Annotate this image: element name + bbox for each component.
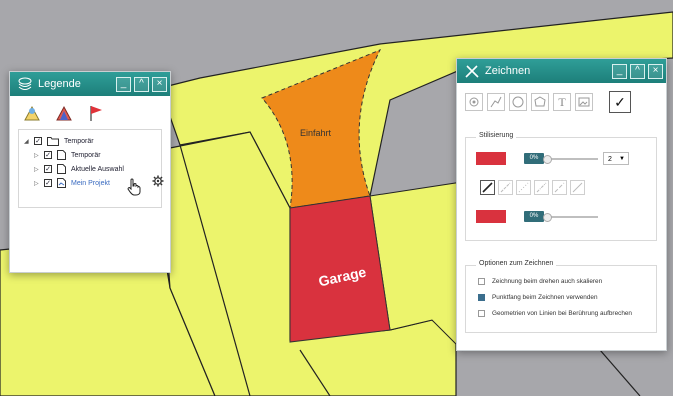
expand-icon[interactable]: ◢ (24, 138, 30, 145)
option-checkbox[interactable] (478, 294, 485, 301)
dashdot-line-icon (536, 182, 547, 193)
folder-icon (47, 137, 59, 146)
tree-root-label: Temporär (64, 137, 94, 145)
fill-opacity-badge: 0% (524, 153, 544, 164)
gear-icon[interactable] (152, 175, 164, 187)
legend-window: Legende _ ^ × ◢ ✓ Temporär ▷ ✓ Temporär … (9, 71, 171, 273)
line-style-button[interactable] (570, 180, 585, 195)
fill-opacity-slider[interactable] (546, 158, 598, 160)
layer-checkbox[interactable]: ✓ (44, 151, 52, 159)
stroke-opacity-badge: 0% (524, 211, 544, 222)
image-icon (578, 97, 590, 107)
circle-icon (512, 96, 524, 108)
tree-item-label: Temporär (71, 151, 101, 159)
document-icon (57, 164, 66, 174)
line-tool-button[interactable] (487, 93, 505, 111)
tree-item-label: Mein Projekt (71, 179, 110, 187)
draw-toolbar: T ✓ (457, 83, 666, 113)
confirm-button[interactable]: ✓ (609, 91, 631, 113)
legend-titlebar[interactable]: Legende _ ^ × (10, 72, 170, 96)
point-icon (469, 97, 479, 107)
dot-line-icon (518, 182, 529, 193)
tree-item-label: Aktuelle Auswahl (71, 165, 124, 173)
solid-line-icon (482, 182, 493, 193)
layers-icon[interactable] (54, 103, 74, 123)
polygon-tool-button[interactable] (531, 93, 549, 111)
layers-icon (18, 77, 32, 90)
option-split-lines[interactable]: Geometrien von Linien bei Berührung aufb… (478, 310, 632, 317)
tree-root-row[interactable]: ◢ ✓ Temporär (24, 135, 94, 147)
option-snapping[interactable]: Punktfang beim Zeichnen verwenden (478, 294, 598, 301)
stroke-opacity-handle[interactable] (543, 213, 552, 222)
tree-item-row[interactable]: ▷ ✓ Mein Projekt (34, 177, 110, 189)
option-label: Geometrien von Linien bei Berührung aufb… (492, 310, 632, 317)
tree-item-row[interactable]: ▷ ✓ Temporär (34, 149, 101, 161)
fill-opacity-handle[interactable] (543, 155, 552, 164)
line-style-solid-button[interactable] (480, 180, 495, 195)
option-label: Zeichnung beim drehen auch skalieren (492, 278, 603, 285)
minimize-button[interactable]: _ (612, 63, 627, 79)
collapse-button[interactable]: ^ (134, 76, 149, 92)
zeichnen-window: Zeichnen _ ^ × T ✓ Stilisierung 0% 2 ▼ 0%… (456, 58, 667, 351)
collapse-button[interactable]: ^ (630, 63, 645, 79)
zeichnen-titlebar[interactable]: Zeichnen _ ^ × (457, 59, 666, 83)
einfahrt-label: Einfahrt (300, 128, 332, 138)
line-style-button[interactable] (534, 180, 549, 195)
line-width-value: 2 (608, 156, 612, 163)
text-tool-button[interactable]: T (553, 93, 571, 111)
line-style-button[interactable] (498, 180, 513, 195)
expand-icon[interactable]: ▷ (34, 152, 40, 159)
line-style-button[interactable] (516, 180, 531, 195)
dash-line-icon (500, 182, 511, 193)
circle-tool-button[interactable] (509, 93, 527, 111)
flag-icon[interactable] (86, 103, 106, 123)
fill-color-swatch[interactable] (476, 152, 506, 165)
cursor-hand-icon (127, 178, 141, 196)
point-tool-button[interactable] (465, 93, 483, 111)
add-layer-icon[interactable] (22, 103, 42, 123)
legend-title: Legende (38, 78, 81, 90)
minimize-button[interactable]: _ (116, 76, 131, 92)
stroke-opacity-slider[interactable] (546, 216, 598, 218)
line-style-button[interactable] (552, 180, 567, 195)
longdash-line-icon (554, 182, 565, 193)
tree-item-row[interactable]: ▷ ✓ Aktuelle Auswahl (34, 163, 124, 175)
zeichnen-title: Zeichnen (485, 65, 531, 77)
stilisierung-group: Stilisierung 0% 2 ▼ 0% (465, 132, 657, 241)
option-label: Punktfang beim Zeichnen verwenden (492, 294, 598, 301)
layer-checkbox[interactable]: ✓ (44, 165, 52, 173)
optionen-label: Optionen zum Zeichnen (476, 260, 557, 267)
thin-line-icon (572, 182, 583, 193)
expand-icon[interactable]: ▷ (34, 166, 40, 173)
image-tool-button[interactable] (575, 93, 593, 111)
option-scale-on-rotate[interactable]: Zeichnung beim drehen auch skalieren (478, 278, 602, 285)
layer-tree: ◢ ✓ Temporär ▷ ✓ Temporär ▷ ✓ Aktuelle A… (18, 129, 164, 208)
line-width-select[interactable]: 2 ▼ (603, 152, 629, 165)
expand-icon[interactable]: ▷ (34, 180, 40, 187)
polygon-icon (534, 96, 546, 107)
optionen-group: Optionen zum Zeichnen Zeichnung beim dre… (465, 260, 657, 333)
close-button[interactable]: × (152, 76, 167, 92)
document-icon (57, 150, 66, 160)
option-checkbox[interactable] (478, 278, 485, 285)
layer-checkbox[interactable]: ✓ (44, 179, 52, 187)
chevron-down-icon: ▼ (619, 156, 625, 162)
stilisierung-label: Stilisierung (476, 132, 517, 139)
drawing-tools-icon (465, 65, 479, 78)
root-checkbox[interactable]: ✓ (34, 137, 42, 145)
document-icon (57, 178, 66, 188)
stroke-color-swatch[interactable] (476, 210, 506, 223)
close-button[interactable]: × (648, 63, 663, 79)
option-checkbox[interactable] (478, 310, 485, 317)
line-icon (490, 96, 502, 108)
